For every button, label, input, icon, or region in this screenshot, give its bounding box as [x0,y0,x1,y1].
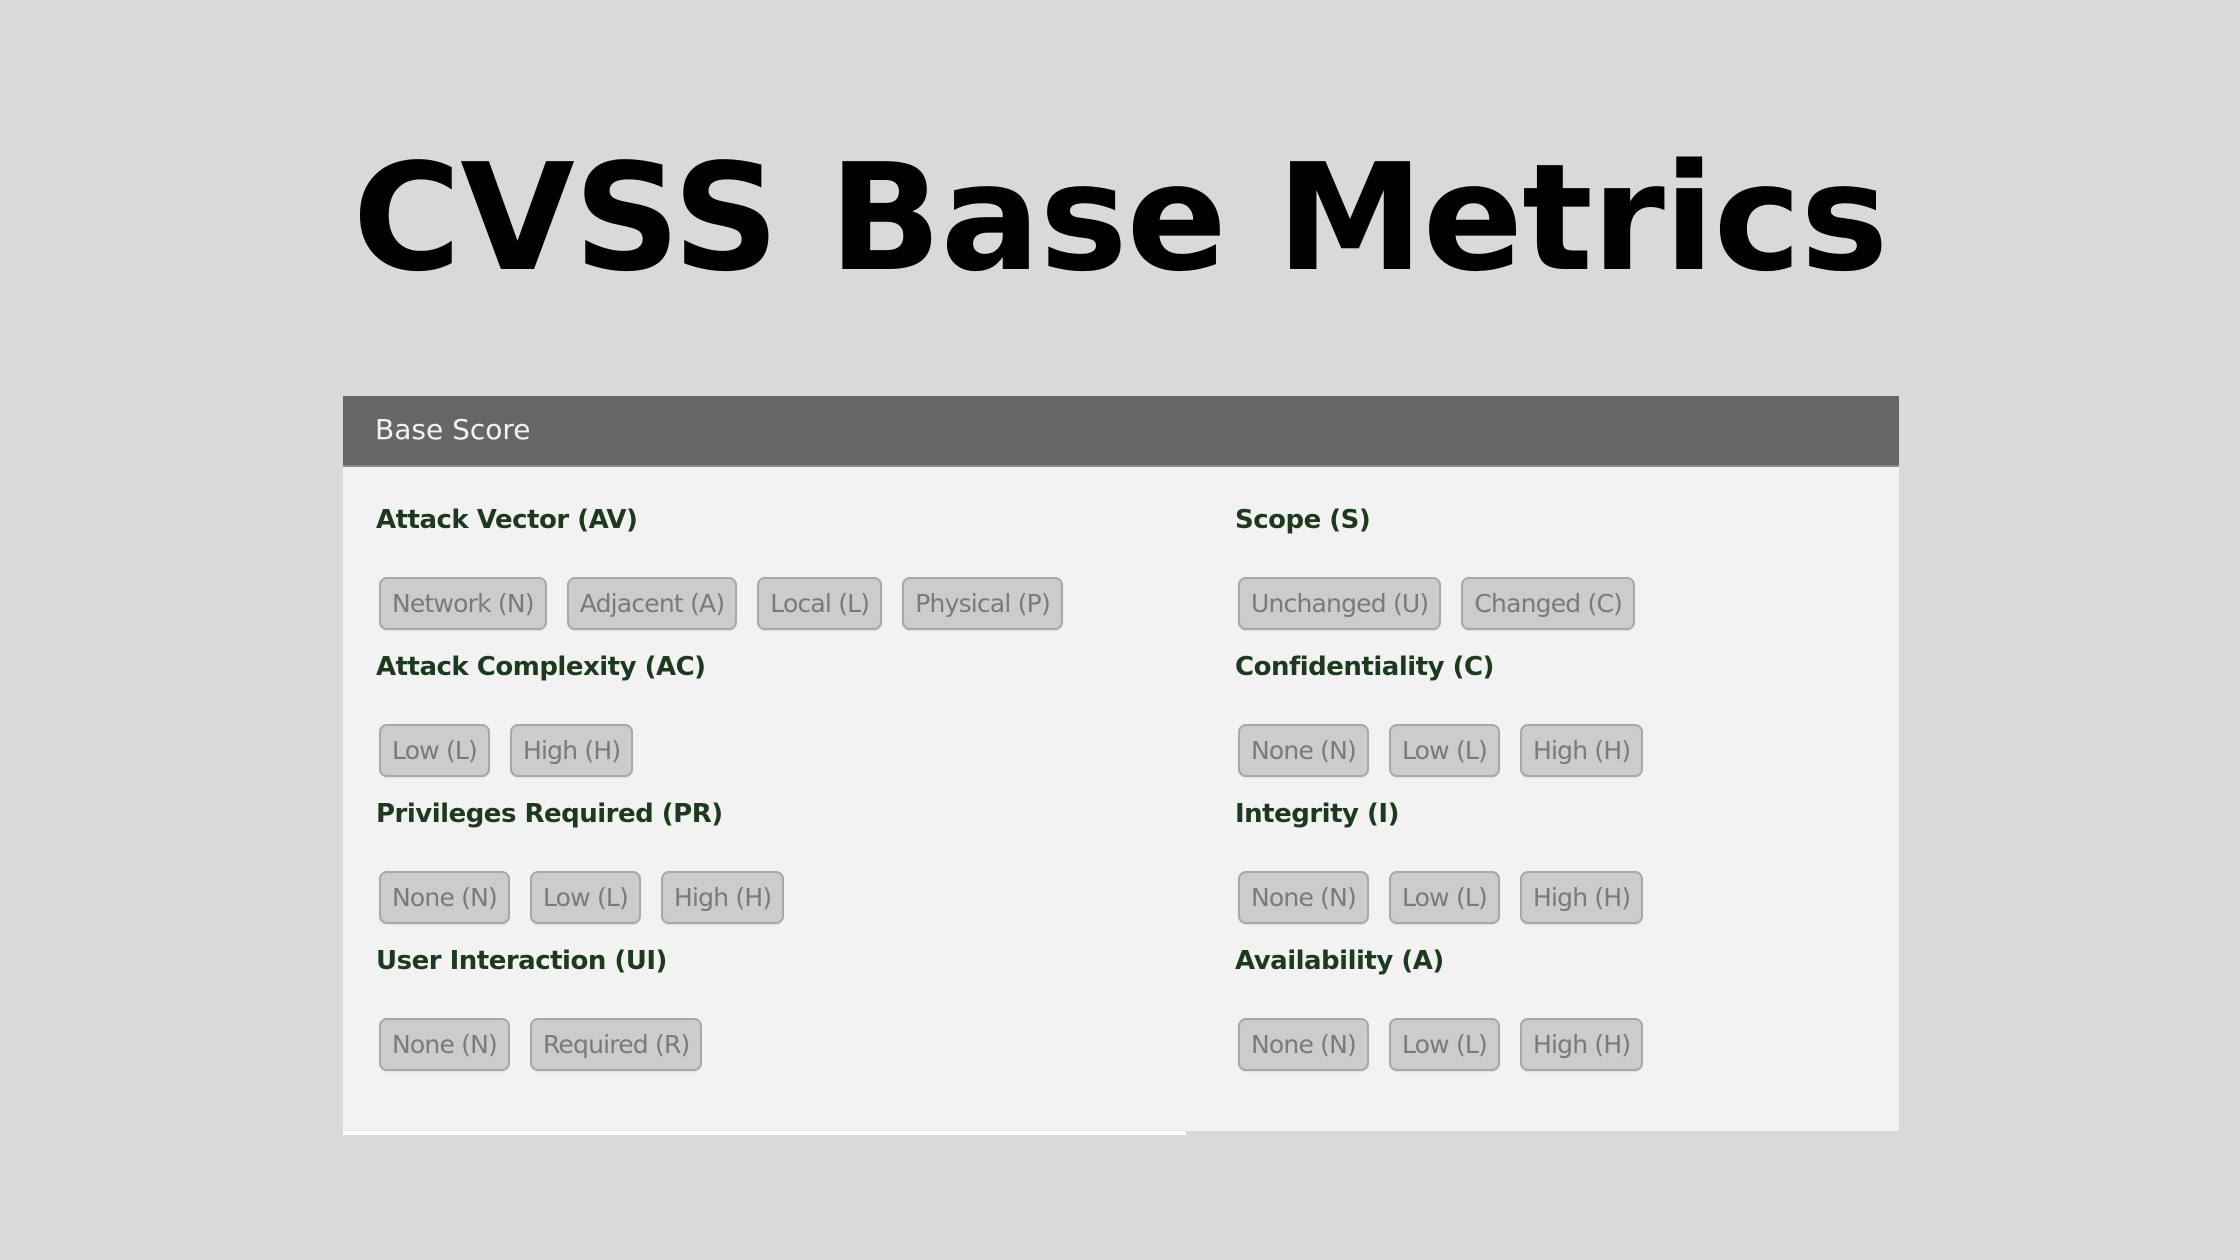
option-button-none[interactable]: None (N) [1238,724,1369,777]
option-button-high[interactable]: High (H) [1520,724,1644,777]
option-button-physical[interactable]: Physical (P) [902,577,1063,630]
option-group: None (N) Low (L) High (H) [1235,871,1644,924]
metric-group-integrity: Integrity (I) None (N) Low (L) High (H) [1235,797,1644,944]
option-group: None (N) Low (L) High (H) [1235,1018,1644,1071]
option-button-low[interactable]: Low (L) [1388,871,1500,924]
panel-bottom-edge [343,1130,1186,1135]
option-button-changed[interactable]: Changed (C) [1461,577,1636,630]
option-group: Unchanged (U) Changed (C) [1235,577,1643,630]
metric-group-scope: Scope (S) Unchanged (U) Changed (C) [1235,503,1643,650]
option-button-unchanged[interactable]: Unchanged (U) [1238,577,1442,630]
option-button-high[interactable]: High (H) [510,724,634,777]
metric-group-confidentiality: Confidentiality (C) None (N) Low (L) Hig… [1235,650,1644,797]
option-button-none[interactable]: None (N) [379,1018,510,1071]
option-button-high[interactable]: High (H) [661,871,785,924]
metric-heading: Scope (S) [1235,505,1371,535]
metric-group-attack-complexity: Attack Complexity (AC) Low (L) High (H) [376,650,1063,797]
panel-header: Base Score [343,396,1899,467]
option-group: Network (N) Adjacent (A) Local (L) Physi… [376,577,1063,630]
option-button-high[interactable]: High (H) [1520,871,1644,924]
panel-header-label: Base Score [375,413,531,446]
metric-heading: Confidentiality (C) [1235,652,1494,682]
option-button-none[interactable]: None (N) [379,871,510,924]
option-button-local[interactable]: Local (L) [757,577,883,630]
option-group: None (N) Low (L) High (H) [1235,724,1644,777]
option-button-adjacent[interactable]: Adjacent (A) [566,577,738,630]
right-metrics-column: Scope (S) Unchanged (U) Changed (C) Conf… [1235,467,1644,1091]
option-group: None (N) Required (R) [376,1018,1063,1071]
option-button-none[interactable]: None (N) [1238,871,1369,924]
metric-heading: Availability (A) [1235,946,1444,976]
option-button-low[interactable]: Low (L) [379,724,491,777]
option-button-network[interactable]: Network (N) [379,577,547,630]
metric-group-attack-vector: Attack Vector (AV) Network (N) Adjacent … [376,503,1063,650]
option-button-low[interactable]: Low (L) [529,871,641,924]
option-group: None (N) Low (L) High (H) [376,871,1063,924]
metric-heading: Attack Complexity (AC) [376,652,706,682]
metric-heading: Integrity (I) [1235,799,1399,829]
metric-heading: User Interaction (UI) [376,946,667,976]
option-group: Low (L) High (H) [376,724,1063,777]
page-title: CVSS Base Metrics [352,132,1889,304]
metric-heading: Attack Vector (AV) [376,505,638,535]
option-button-required[interactable]: Required (R) [529,1018,703,1071]
option-button-high[interactable]: High (H) [1520,1018,1644,1071]
metric-group-privileges-required: Privileges Required (PR) None (N) Low (L… [376,797,1063,944]
base-score-panel: Base Score Attack Vector (AV) Network (N… [343,396,1899,1135]
metric-group-availability: Availability (A) None (N) Low (L) High (… [1235,944,1644,1091]
metric-group-user-interaction: User Interaction (UI) None (N) Required … [376,944,1063,1091]
option-button-low[interactable]: Low (L) [1388,724,1500,777]
metric-heading: Privileges Required (PR) [376,799,723,829]
option-button-low[interactable]: Low (L) [1388,1018,1500,1071]
left-metrics-column: Attack Vector (AV) Network (N) Adjacent … [376,467,1063,1091]
option-button-none[interactable]: None (N) [1238,1018,1369,1071]
